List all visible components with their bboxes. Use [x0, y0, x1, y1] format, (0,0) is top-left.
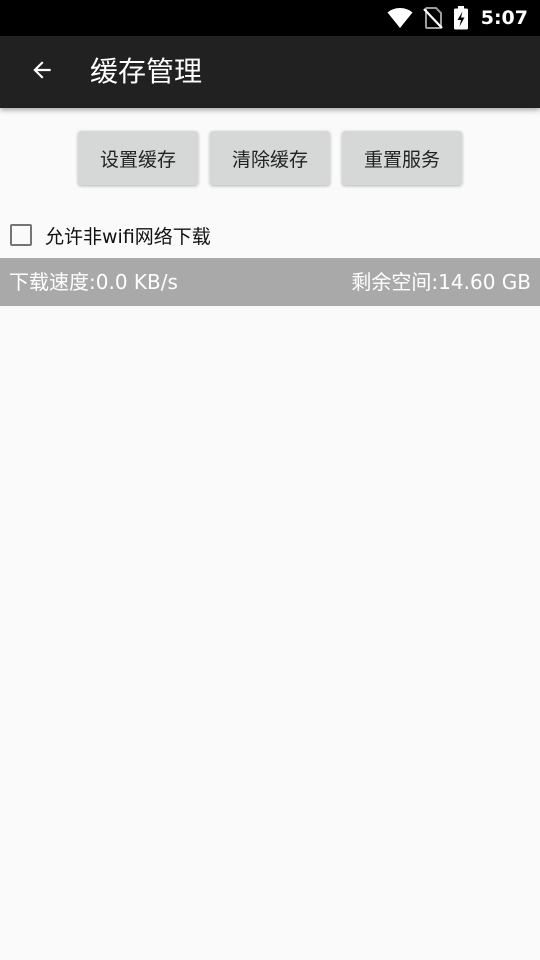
clear-cache-button[interactable]: 清除缓存	[210, 131, 330, 185]
allow-non-wifi-checkbox[interactable]	[10, 224, 32, 246]
status-icons: 5:07	[387, 0, 528, 36]
battery-charging-icon	[453, 6, 469, 30]
action-button-row: 设置缓存 清除缓存 重置服务	[0, 131, 540, 187]
allow-non-wifi-option[interactable]: 允许非wifi网络下载	[10, 218, 211, 252]
status-bar: 5:07	[0, 0, 540, 36]
cache-content-area	[0, 306, 540, 960]
download-speed-text: 下载速度:0.0 KB/s	[9, 270, 178, 294]
page-title: 缓存管理	[90, 55, 203, 88]
app-bar: 缓存管理	[0, 36, 540, 108]
back-button[interactable]	[14, 48, 70, 96]
download-info-bar: 下载速度:0.0 KB/s 剩余空间:14.60 GB	[0, 258, 540, 306]
free-space-text: 剩余空间:14.60 GB	[351, 270, 531, 294]
status-time: 5:07	[480, 7, 528, 29]
arrow-left-icon	[29, 57, 55, 87]
wifi-icon	[387, 7, 413, 29]
no-sim-icon	[422, 7, 443, 29]
allow-non-wifi-label: 允许非wifi网络下载	[45, 225, 211, 248]
set-cache-button[interactable]: 设置缓存	[78, 131, 198, 185]
reset-service-button[interactable]: 重置服务	[342, 131, 462, 185]
